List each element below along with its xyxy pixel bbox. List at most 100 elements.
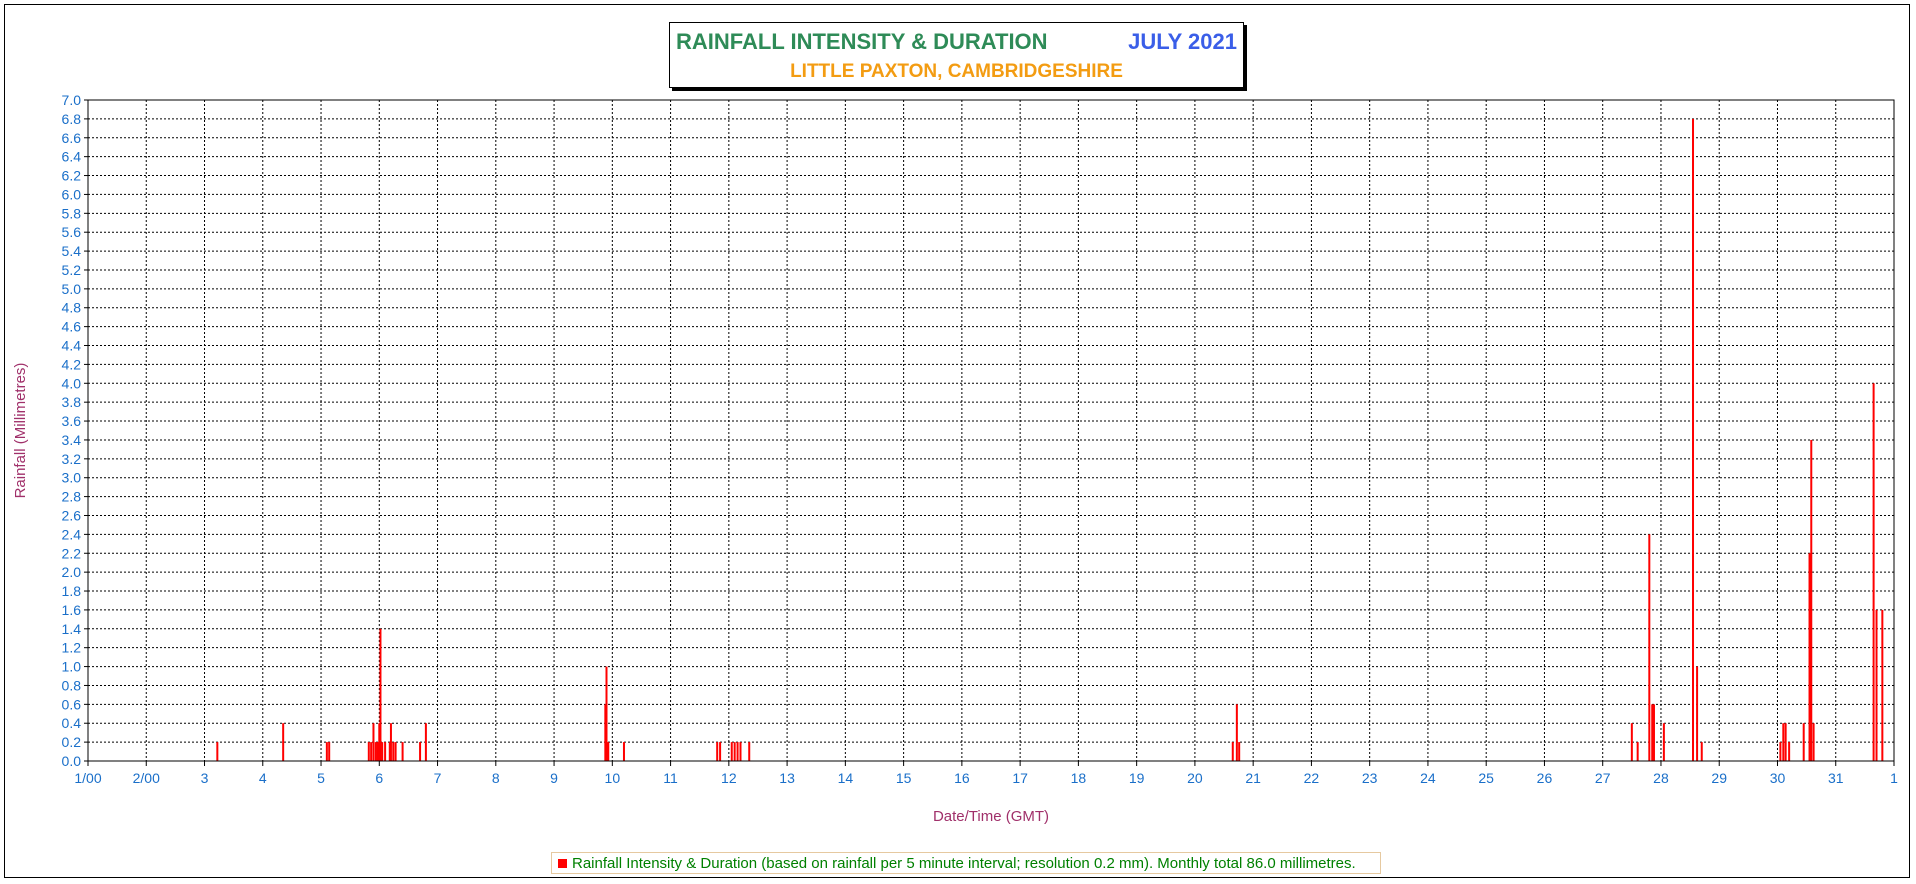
y-tick-label: 4.0 bbox=[62, 375, 82, 391]
rain-bar bbox=[716, 742, 719, 761]
rain-bar bbox=[1238, 742, 1241, 761]
rain-bar bbox=[1231, 742, 1234, 761]
x-tick-label: 1 bbox=[1890, 770, 1898, 786]
chart-title: RAINFALL INTENSITY & DURATION bbox=[676, 29, 1048, 54]
y-tick-label: 6.0 bbox=[62, 186, 82, 202]
y-tick-label: 3.6 bbox=[62, 413, 82, 429]
rain-bar bbox=[1812, 723, 1815, 761]
rain-bar bbox=[1696, 666, 1699, 761]
rain-bar bbox=[1872, 383, 1875, 761]
rain-bar bbox=[1648, 534, 1651, 761]
y-tick-label: 0.4 bbox=[62, 715, 82, 731]
y-axis-title: Rainfall (Millimetres) bbox=[12, 363, 29, 499]
x-tick-label: 27 bbox=[1595, 770, 1611, 786]
rain-bar bbox=[389, 723, 392, 761]
y-tick-label: 5.6 bbox=[62, 224, 82, 240]
y-tick-label: 4.6 bbox=[62, 319, 82, 335]
y-axis-ticks: 0.0 0.2 0.4 0.6 0.8 1.0 1.2 1.4 1.6 1.8 2.0 2.2 2.4 2… bbox=[62, 92, 88, 769]
y-tick-label: 1.2 bbox=[62, 640, 82, 656]
x-tick-label: 25 bbox=[1478, 770, 1494, 786]
x-tick-label: 19 bbox=[1129, 770, 1145, 786]
rain-bar bbox=[730, 742, 733, 761]
x-tick-label: 14 bbox=[838, 770, 854, 786]
rain-bar bbox=[282, 723, 285, 761]
y-tick-label: 4.8 bbox=[62, 300, 82, 316]
x-tick-label: 3 bbox=[201, 770, 209, 786]
y-tick-label: 1.8 bbox=[62, 583, 82, 599]
x-tick-label: 11 bbox=[663, 770, 678, 786]
rain-bar bbox=[1651, 704, 1654, 761]
rainfall-chart: 0.0 0.2 0.4 0.6 0.8 1.0 1.2 1.4 1.6 1.8 2.0 2.2 2.4 2… bbox=[12, 92, 1898, 825]
x-tick-label: 7 bbox=[434, 770, 442, 786]
y-tick-label: 2.4 bbox=[62, 526, 82, 542]
rain-bar bbox=[1235, 704, 1238, 761]
rain-bar bbox=[736, 742, 739, 761]
rain-bar bbox=[1808, 553, 1811, 761]
x-tick-label: 28 bbox=[1653, 770, 1669, 786]
y-tick-label: 2.2 bbox=[62, 545, 82, 561]
x-tick-label: 6 bbox=[375, 770, 383, 786]
rain-bar bbox=[372, 723, 375, 761]
x-tick-label: 17 bbox=[1012, 770, 1028, 786]
x-tick-label: 2/00 bbox=[133, 770, 160, 786]
rain-bar bbox=[325, 742, 328, 761]
rain-bar bbox=[379, 628, 382, 761]
x-tick-label: 29 bbox=[1711, 770, 1727, 786]
rain-bar bbox=[1802, 723, 1805, 761]
x-tick-label: 18 bbox=[1071, 770, 1087, 786]
y-tick-label: 6.4 bbox=[62, 149, 82, 165]
x-tick-label: 9 bbox=[550, 770, 558, 786]
x-axis-ticks: 1/00 2/00 3 4 5 6 7 8 9 10 11 12 13 14 15 16 17 18 19 20 21 2… bbox=[74, 761, 1898, 786]
y-tick-label: 3.4 bbox=[62, 432, 82, 448]
rain-bar bbox=[401, 742, 404, 761]
rain-bar bbox=[719, 742, 722, 761]
chart-period: JULY 2021 bbox=[1128, 29, 1237, 54]
rain-bar bbox=[1652, 704, 1655, 761]
rain-bar bbox=[367, 742, 370, 761]
rain-bar bbox=[424, 723, 427, 761]
rain-bar bbox=[733, 742, 736, 761]
y-tick-label: 6.8 bbox=[62, 111, 82, 127]
y-tick-label: 3.8 bbox=[62, 394, 82, 410]
y-tick-label: 1.4 bbox=[62, 621, 82, 637]
rain-bar bbox=[374, 742, 377, 761]
y-tick-label: 5.4 bbox=[62, 243, 82, 259]
rain-bar bbox=[328, 742, 331, 761]
rain-bar bbox=[1692, 118, 1695, 761]
legend: Rainfall Intensity & Duration (based on … bbox=[551, 852, 1381, 874]
x-tick-label: 30 bbox=[1770, 770, 1786, 786]
rain-bar bbox=[1788, 742, 1791, 761]
y-tick-label: 0.2 bbox=[62, 734, 82, 750]
rain-bar bbox=[1700, 742, 1703, 761]
x-tick-label: 8 bbox=[492, 770, 500, 786]
x-tick-label: 4 bbox=[259, 770, 267, 786]
rain-bar bbox=[419, 742, 422, 761]
x-tick-label: 10 bbox=[605, 770, 621, 786]
rain-bar bbox=[370, 742, 373, 761]
rain-bar bbox=[1662, 723, 1665, 761]
x-tick-label: 26 bbox=[1537, 770, 1553, 786]
x-tick-label: 5 bbox=[317, 770, 325, 786]
x-tick-label: 1/00 bbox=[74, 770, 101, 786]
y-tick-label: 0.8 bbox=[62, 677, 82, 693]
x-tick-label: 22 bbox=[1304, 770, 1320, 786]
grid bbox=[88, 100, 1894, 761]
y-tick-label: 5.2 bbox=[62, 262, 82, 278]
y-tick-label: 4.2 bbox=[62, 356, 82, 372]
x-tick-label: 13 bbox=[779, 770, 795, 786]
y-tick-label: 1.0 bbox=[62, 659, 82, 675]
plot-area bbox=[87, 99, 1895, 762]
x-tick-label: 24 bbox=[1420, 770, 1436, 786]
rain-bar bbox=[1630, 723, 1633, 761]
rain-bar bbox=[748, 742, 751, 761]
y-tick-label: 0.6 bbox=[62, 696, 82, 712]
y-tick-label: 1.6 bbox=[62, 602, 82, 618]
rain-bar bbox=[394, 742, 397, 761]
legend-label: Rainfall Intensity & Duration (based on … bbox=[572, 854, 1356, 872]
rain-bar bbox=[739, 742, 742, 761]
x-axis-title: Date/Time (GMT) bbox=[933, 808, 1049, 825]
y-tick-label: 6.2 bbox=[62, 168, 82, 184]
y-tick-label: 6.6 bbox=[62, 130, 82, 146]
rain-bar bbox=[605, 666, 608, 761]
y-tick-label: 0.0 bbox=[62, 753, 82, 769]
